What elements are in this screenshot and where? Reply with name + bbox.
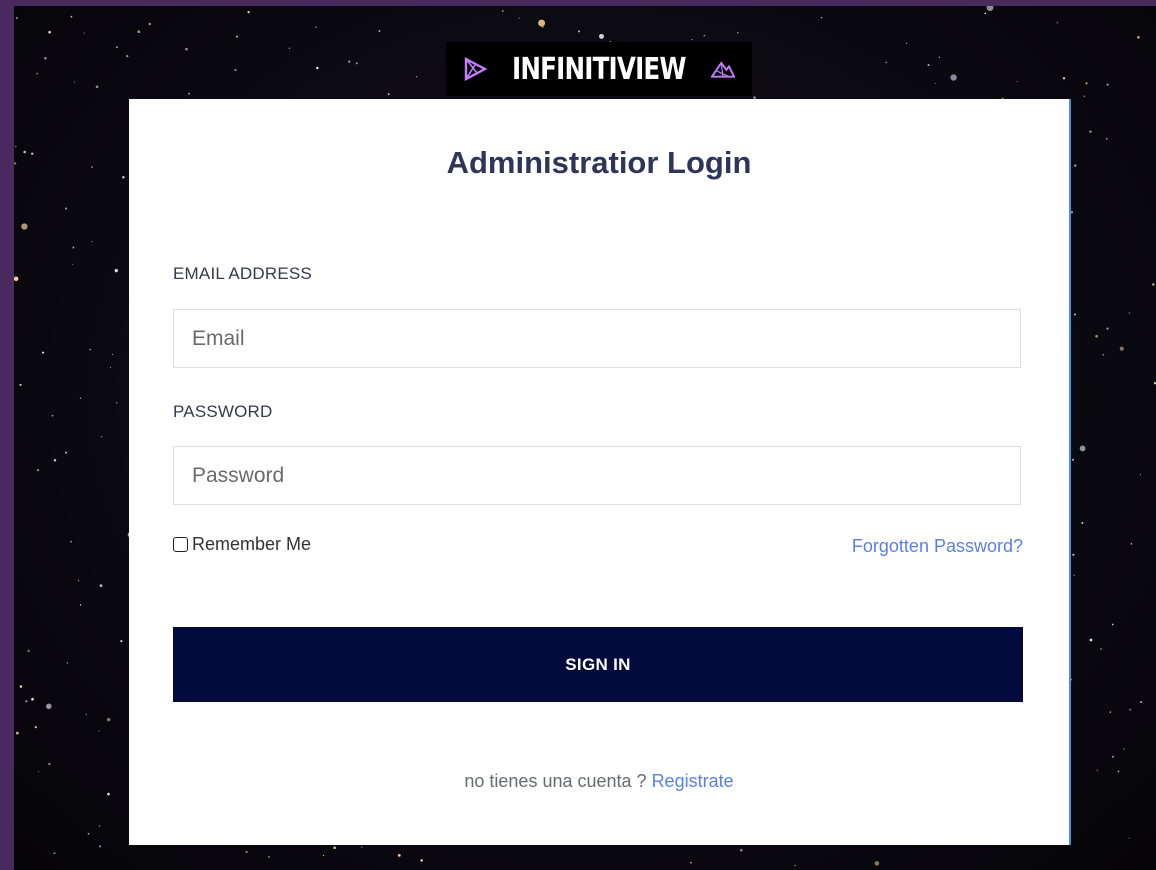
remember-me-checkbox[interactable] [173, 537, 188, 552]
page-title: Administratior Login [446, 145, 752, 180]
brand-logo: INFINITIVIEW [446, 42, 752, 96]
brand-name: INFINITIVIEW [512, 51, 686, 87]
remember-me[interactable]: Remember Me [173, 534, 311, 555]
email-field[interactable] [173, 309, 1021, 368]
sign-in-button[interactable]: SIGN IN [173, 627, 1023, 702]
forgot-password-link[interactable]: Forgotten Password? [852, 536, 1023, 557]
starfield-background: INFINITIVIEW Administratior Login EMAIL … [14, 6, 1156, 870]
register-link[interactable]: Registrate [652, 771, 734, 791]
triangle-logo-icon [464, 57, 488, 81]
register-prompt-line: no tienes una cuenta ? Registrate [129, 771, 1069, 792]
password-field[interactable] [173, 446, 1021, 505]
login-card: Administratior Login EMAIL ADDRESS PASSW… [129, 99, 1071, 845]
remember-me-label: Remember Me [192, 534, 312, 554]
password-label: PASSWORD [173, 402, 273, 421]
mountain-logo-icon [710, 61, 735, 78]
register-prompt-text: no tienes una cuenta ? [464, 771, 647, 791]
email-label: EMAIL ADDRESS [173, 264, 312, 283]
